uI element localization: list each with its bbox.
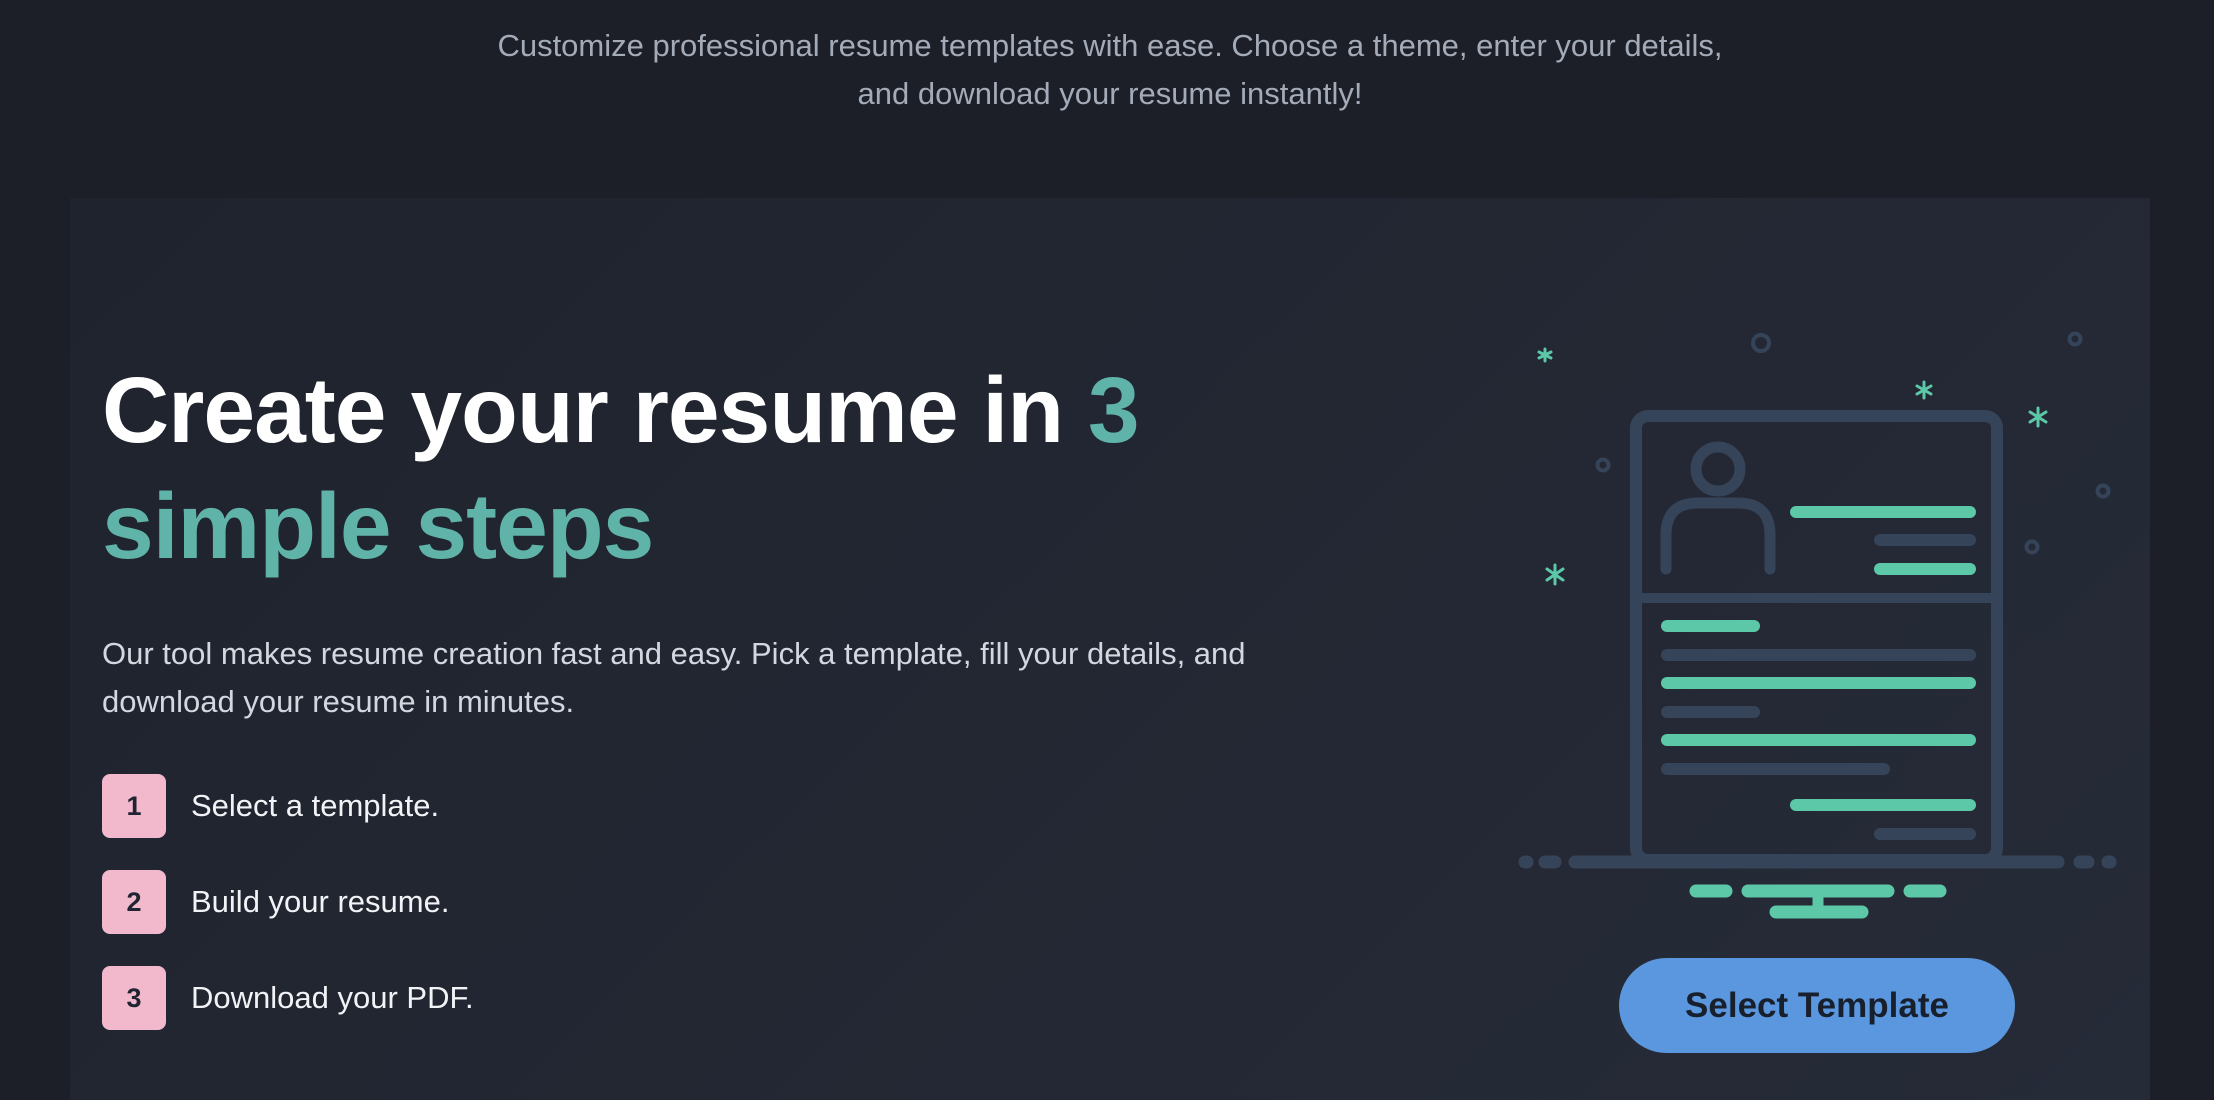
resume-document-icon [1518,331,2117,919]
step-label: Build your resume. [191,884,450,919]
step-item-2: 2 Build your resume. [102,870,474,934]
resume-page-icon [1630,410,2003,866]
hero-title: Create your resume in 3 simple steps [102,352,1140,584]
sparkle-decorations-icon [1537,331,2111,586]
step-item-1: 1 Select a template. [102,774,474,838]
intro-line-2: and download your resume instantly! [857,76,1363,111]
hero-description: Our tool makes resume creation fast and … [102,636,1246,719]
intro-line-1: Customize professional resume templates … [497,28,1723,63]
hero-title-accent: 3 [1087,358,1140,462]
step-number-badge: 2 [102,870,166,934]
step-label: Download your PDF. [191,980,474,1015]
step-label: Select a template. [191,788,440,823]
step-item-3: 3 Download your PDF. [102,966,474,1030]
hero-title-part-2: simple steps [102,474,654,578]
step-number-badge: 1 [102,774,166,838]
desk-stand-icon [1518,855,2117,919]
hero-title-part-1: Create your resume in [102,358,1088,462]
intro-text: Customize professional resume templates … [0,22,2214,118]
steps-list: 1 Select a template. 2 Build your resume… [102,774,474,1062]
step-number-badge: 3 [102,966,166,1030]
select-template-button[interactable]: Select Template [1619,958,2015,1053]
